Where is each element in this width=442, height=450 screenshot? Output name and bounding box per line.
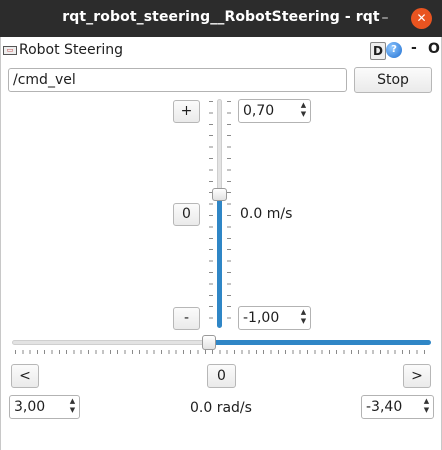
- min-angular-spinbox[interactable]: -3,40 ▲ ▼: [361, 395, 434, 419]
- slider-track: [217, 99, 222, 195]
- plugin-header: ▭ Robot Steering D ? - O: [0, 38, 442, 64]
- slider-ticks: [209, 101, 213, 329]
- angular-velocity-slider[interactable]: [10, 334, 434, 358]
- angular-slider-handle[interactable]: [202, 335, 216, 350]
- min-angular-value: -3,40: [366, 399, 403, 415]
- max-angular-value: 3,00: [14, 399, 46, 415]
- spin-arrows-icon[interactable]: ▲ ▼: [421, 397, 432, 417]
- plugin-title: Robot Steering: [19, 42, 124, 58]
- minimize-button[interactable]: –: [375, 9, 395, 29]
- spin-arrows-icon[interactable]: ▲ ▼: [298, 308, 309, 328]
- topic-input[interactable]: /cmd_vel: [8, 68, 347, 92]
- slider-ticks: [227, 101, 231, 329]
- linear-velocity-label: 0.0 m/s: [240, 206, 293, 222]
- dock-d-button[interactable]: D: [370, 42, 386, 60]
- angular-velocity-label: 0.0 rad/s: [190, 400, 252, 416]
- linear-velocity-slider[interactable]: [203, 97, 235, 331]
- slider-ticks: [15, 350, 429, 354]
- max-angular-spinbox[interactable]: 3,00 ▲ ▼: [9, 395, 80, 419]
- help-icon[interactable]: ?: [386, 42, 402, 58]
- slider-fill: [217, 193, 222, 328]
- reset-angular-button[interactable]: 0: [207, 364, 236, 388]
- minimize-plugin-button[interactable]: -: [411, 40, 417, 56]
- turn-left-button[interactable]: <: [11, 364, 39, 388]
- stop-button[interactable]: Stop: [354, 67, 432, 93]
- decrease-linear-button[interactable]: -: [173, 307, 200, 330]
- increase-linear-button[interactable]: +: [173, 100, 200, 123]
- spin-arrows-icon[interactable]: ▲ ▼: [67, 397, 78, 417]
- max-linear-spinbox[interactable]: 0,70 ▲ ▼: [238, 99, 311, 123]
- min-linear-value: -1,00: [243, 310, 280, 326]
- reset-linear-button[interactable]: 0: [173, 203, 200, 226]
- slider-fill: [208, 340, 431, 345]
- linear-slider-handle[interactable]: [212, 188, 227, 201]
- close-button[interactable]: ✕: [411, 8, 432, 29]
- float-plugin-button[interactable]: O: [428, 41, 440, 57]
- steering-plugin-icon: ▭: [3, 46, 17, 55]
- min-linear-spinbox[interactable]: -1,00 ▲ ▼: [238, 306, 311, 330]
- spin-arrows-icon[interactable]: ▲ ▼: [298, 101, 309, 121]
- max-linear-value: 0,70: [243, 103, 275, 119]
- turn-right-button[interactable]: >: [403, 364, 431, 388]
- window-titlebar[interactable]: rqt_robot_steering__RobotSteering - rqt …: [0, 0, 442, 37]
- slider-track: [12, 340, 212, 345]
